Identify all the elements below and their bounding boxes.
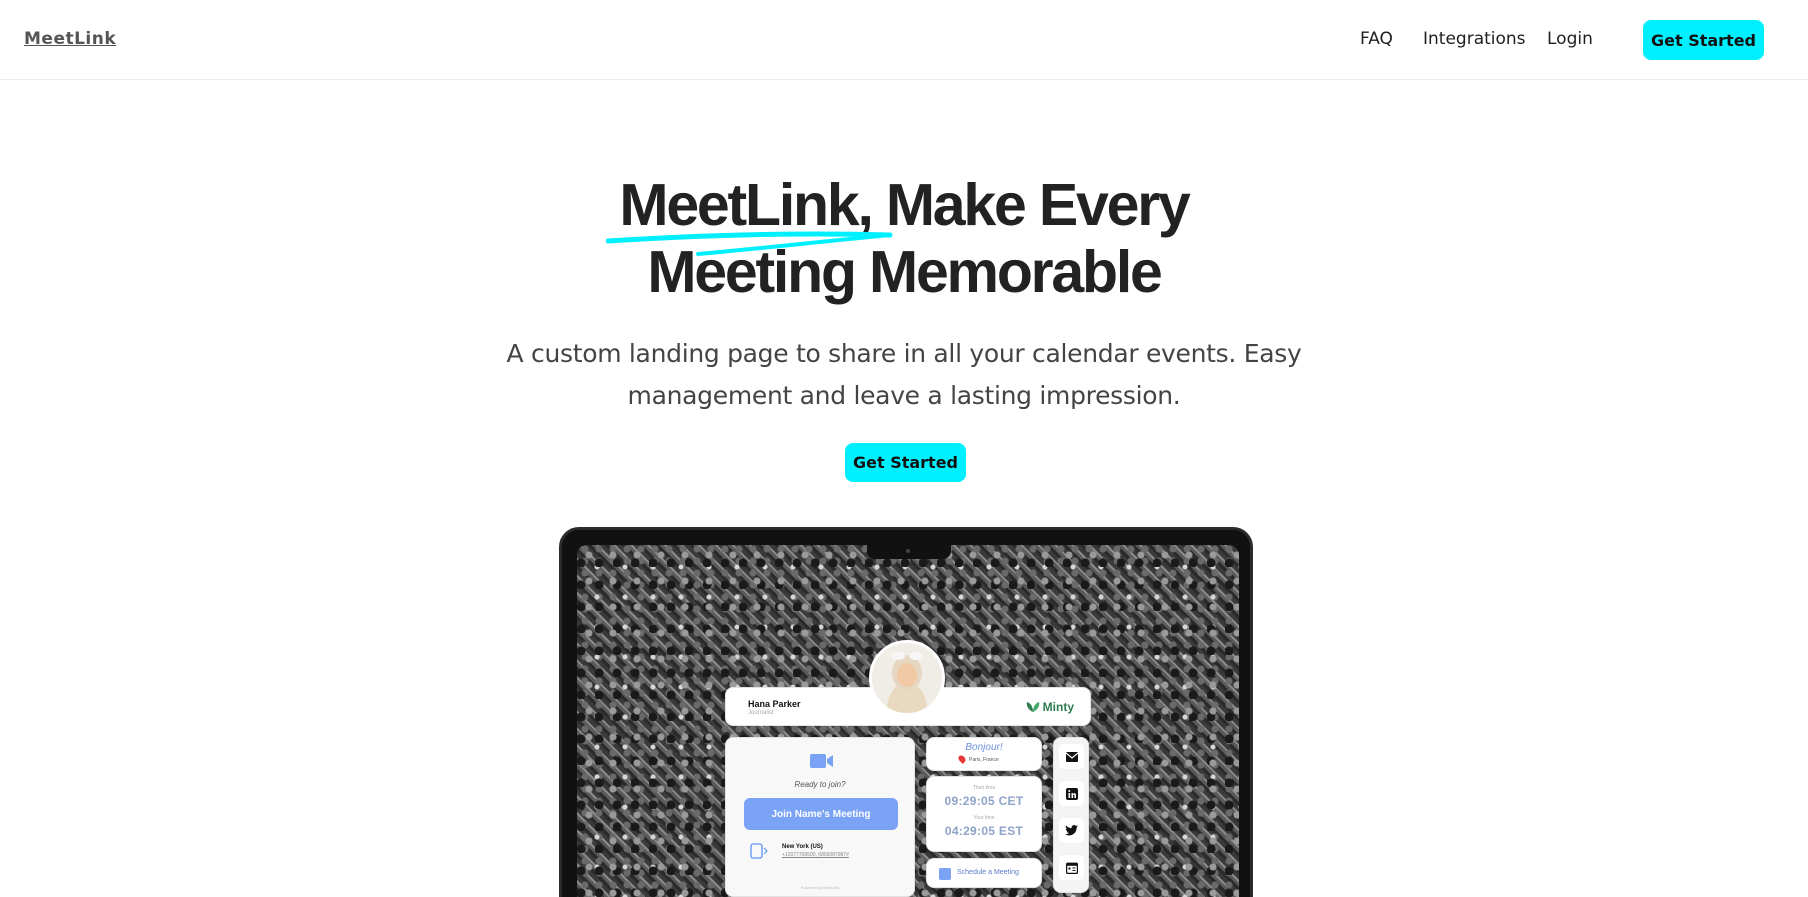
twitter-icon[interactable] [1059,818,1084,843]
laptop-screen: Hana Parker Journalist Minty Ready to jo… [577,545,1239,897]
profile-role: Journalist [748,710,774,716]
camera-notch [867,545,951,559]
greeting-card: Bonjour! Paris, France [926,737,1042,771]
location-pin-icon [957,754,967,764]
join-meeting-card: Ready to join? Join Name's Meeting New Y… [725,737,915,897]
calendar-user-icon [939,868,951,880]
laptop-mockup: Hana Parker Journalist Minty Ready to jo… [559,527,1253,897]
ready-to-join-text: Ready to join? [794,780,846,789]
join-meeting-button[interactable]: Join Name's Meeting [744,798,898,830]
linkedin-icon[interactable] [1059,781,1084,806]
nav-integrations[interactable]: Integrations [1423,29,1526,49]
mail-icon[interactable] [1059,744,1084,769]
nav-login[interactable]: Login [1547,29,1593,49]
brand-logo: Minty [1026,700,1074,714]
video-camera-icon [810,754,833,768]
dial-in-number[interactable]: +12077709500, 6856087987# [782,852,849,858]
avatar [869,640,945,716]
hero-title: MeetLink, Make Every Meeting Memorable [454,172,1354,306]
powered-by-text: Powered by MeetLink [800,885,840,890]
schedule-meeting-button[interactable]: Schedule a Meeting [926,858,1042,888]
phone-dial-icon [750,843,768,859]
greeting-text: Bonjour! [965,742,1003,753]
brand-name: Minty [1042,700,1074,714]
your-time-label: Your time [973,815,995,821]
your-time-value: 04:29:05 EST [944,824,1024,838]
social-links-card [1053,737,1089,893]
greeting-location: Paris, France [969,757,999,763]
avatar-portrait [872,643,942,713]
timezone-card: Their time 09:29:05 CET Your time 04:29:… [926,776,1042,852]
dial-in-location: New York (US) [782,844,823,850]
their-time-label: Their time [972,785,996,791]
hero-subtitle: A custom landing page to share in all yo… [506,339,1302,410]
calendar-icon[interactable] [1059,855,1084,880]
profile-name: Hana Parker [748,699,801,709]
their-time-value: 09:29:05 CET [944,794,1024,808]
logo-link[interactable]: MeetLink [24,29,116,49]
leaf-icon [1026,702,1039,712]
site-header: MeetLink FAQ Integrations Login Get Star… [0,0,1808,80]
nav-faq[interactable]: FAQ [1360,29,1393,49]
header-get-started-button[interactable]: Get Started [1643,20,1764,60]
schedule-meeting-label: Schedule a Meeting [957,869,1019,876]
hero-get-started-button[interactable]: Get Started [845,443,966,482]
title-underline-swoosh [606,231,893,256]
